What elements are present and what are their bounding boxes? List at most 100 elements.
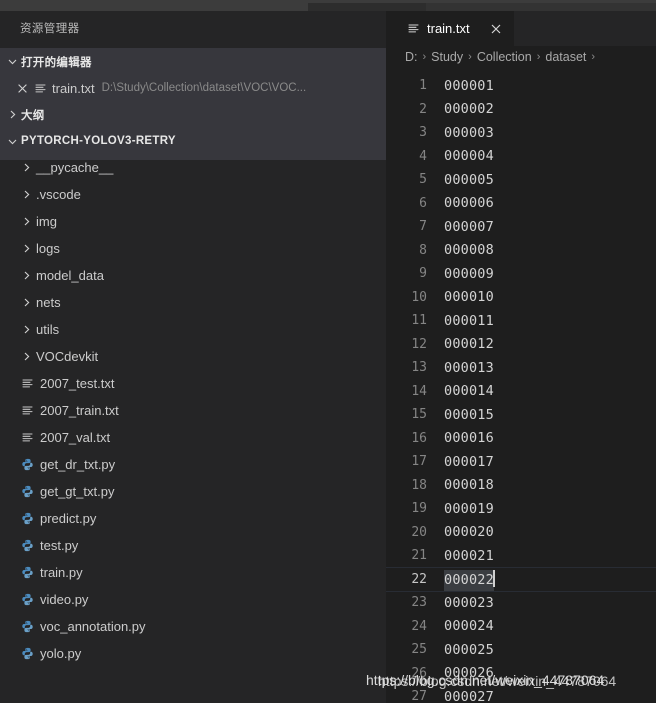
code-line[interactable]: 11 000011	[386, 309, 656, 333]
text-cursor	[492, 570, 495, 588]
code-line[interactable]: 16 000016	[386, 427, 656, 451]
tree-item-label: 2007_test.txt	[40, 376, 115, 391]
code-line[interactable]: 26 000026	[386, 662, 656, 686]
tree-file-row[interactable]: test.py	[0, 532, 386, 559]
code-line[interactable]: 19 000019	[386, 497, 656, 521]
code-line[interactable]: 3 000003	[386, 121, 656, 145]
open-editor-item[interactable]: train.txt D:\Study\Collection\dataset\VO…	[0, 75, 386, 101]
tree-file-row[interactable]: 2007_test.txt	[0, 370, 386, 397]
breadcrumb-item[interactable]: Collection	[477, 50, 532, 64]
tree-file-row[interactable]: get_gt_txt.py	[0, 478, 386, 505]
tree-file-row[interactable]: 2007_val.txt	[0, 424, 386, 451]
breadcrumb-separator-icon: ›	[591, 51, 596, 63]
code-line[interactable]: 12 000012	[386, 333, 656, 357]
line-text: 000024	[444, 618, 494, 635]
code-line[interactable]: 18 000018	[386, 474, 656, 498]
line-number: 26	[411, 665, 427, 681]
python-file-icon	[18, 566, 36, 579]
python-file-icon	[18, 458, 36, 471]
tree-item-label: logs	[36, 241, 60, 256]
code-line[interactable]: 6 000006	[386, 192, 656, 216]
line-number: 10	[411, 289, 427, 305]
chevron-down-icon	[4, 136, 21, 147]
code-line[interactable]: 20 000020	[386, 521, 656, 545]
txt-file-icon	[18, 377, 36, 390]
code-line-active[interactable]: 22 000022	[386, 566, 656, 592]
code-line[interactable]: 7 000007	[386, 215, 656, 239]
line-number: 23	[411, 595, 427, 611]
tree-file-row[interactable]: get_dr_txt.py	[0, 451, 386, 478]
line-text: 000013	[444, 359, 494, 376]
tab-train-txt[interactable]: train.txt	[386, 11, 514, 46]
code-content[interactable]: 1 000001 2 000002 3 000003 4 000004 5 000005 6 0000…	[386, 68, 656, 703]
line-number: 8	[419, 242, 427, 258]
close-icon[interactable]	[487, 23, 505, 35]
tree-folder-row[interactable]: __pycache__	[0, 154, 386, 181]
line-number: 7	[419, 219, 427, 235]
section-project-root[interactable]: PYTORCH-YOLOV3-RETRY	[0, 128, 386, 154]
tree-file-row[interactable]: predict.py	[0, 505, 386, 532]
code-line[interactable]: 9 000009	[386, 262, 656, 286]
tree-folder-row[interactable]: .vscode	[0, 181, 386, 208]
line-text: 000025	[444, 641, 494, 658]
code-line[interactable]: 10 000010	[386, 286, 656, 310]
line-number: 11	[411, 313, 427, 329]
tree-folder-row[interactable]: VOCdevkit	[0, 343, 386, 370]
line-text: 000012	[444, 336, 494, 353]
line-number: 24	[411, 618, 427, 634]
code-line[interactable]: 24 000024	[386, 615, 656, 639]
section-outline[interactable]: 大纲	[0, 101, 386, 128]
code-line[interactable]: 4 000004	[386, 145, 656, 169]
code-line[interactable]: 15 000015	[386, 403, 656, 427]
code-line[interactable]: 8 000008	[386, 239, 656, 263]
line-number: 15	[411, 407, 427, 423]
line-text: 000004	[444, 148, 494, 165]
section-open-editors[interactable]: 打开的编辑器	[0, 48, 386, 75]
code-line[interactable]: 1 000001	[386, 74, 656, 98]
title-bar-left	[0, 0, 308, 11]
explorer-tree: 打开的编辑器 train.txt D:\Study\Collection\dat…	[0, 48, 386, 703]
chevron-right-icon	[18, 189, 35, 200]
tree-item-label: train.py	[40, 565, 83, 580]
line-number: 12	[411, 336, 427, 352]
chevron-right-icon	[18, 270, 35, 281]
tree-folder-row[interactable]: nets	[0, 289, 386, 316]
line-text: 000023	[444, 594, 494, 611]
breadcrumb[interactable]: D: › Study › Collection › dataset ›	[386, 46, 656, 68]
tree-item-label: video.py	[40, 592, 89, 607]
chevron-right-icon	[18, 351, 35, 362]
line-text: 000005	[444, 171, 494, 188]
line-number: 27	[411, 689, 427, 703]
code-line[interactable]: 23 000023	[386, 591, 656, 615]
line-number: 17	[411, 454, 427, 470]
title-bar-right	[426, 3, 656, 11]
tree-folder-row[interactable]: utils	[0, 316, 386, 343]
tree-file-row[interactable]: 2007_train.txt	[0, 397, 386, 424]
breadcrumb-item[interactable]: Study	[431, 50, 463, 64]
code-line[interactable]: 27 000027	[386, 685, 656, 703]
chevron-right-icon	[18, 243, 35, 254]
tree-item-label: 2007_val.txt	[40, 430, 111, 445]
code-line[interactable]: 17 000017	[386, 450, 656, 474]
code-line[interactable]: 5 000005	[386, 168, 656, 192]
txt-file-icon	[18, 431, 36, 444]
python-file-icon	[18, 647, 36, 660]
tree-file-row[interactable]: yolo.py	[0, 640, 386, 667]
tree-folder-row[interactable]: model_data	[0, 262, 386, 289]
line-text: 000011	[444, 312, 494, 329]
line-text: 000010	[444, 289, 494, 306]
breadcrumb-item[interactable]: D:	[405, 50, 418, 64]
code-line[interactable]: 25 000025	[386, 638, 656, 662]
code-line[interactable]: 14 000014	[386, 380, 656, 404]
breadcrumb-item[interactable]: dataset	[545, 50, 586, 64]
code-line[interactable]: 2 000002	[386, 98, 656, 122]
tree-folder-row[interactable]: img	[0, 208, 386, 235]
tree-item-label: get_gt_txt.py	[40, 484, 115, 499]
tree-folder-row[interactable]: logs	[0, 235, 386, 262]
code-line[interactable]: 13 000013	[386, 356, 656, 380]
tree-file-row[interactable]: video.py	[0, 586, 386, 613]
close-icon[interactable]	[14, 83, 31, 94]
tree-file-row[interactable]: train.py	[0, 559, 386, 586]
tree-file-row[interactable]: voc_annotation.py	[0, 613, 386, 640]
code-line[interactable]: 21 000021	[386, 544, 656, 568]
